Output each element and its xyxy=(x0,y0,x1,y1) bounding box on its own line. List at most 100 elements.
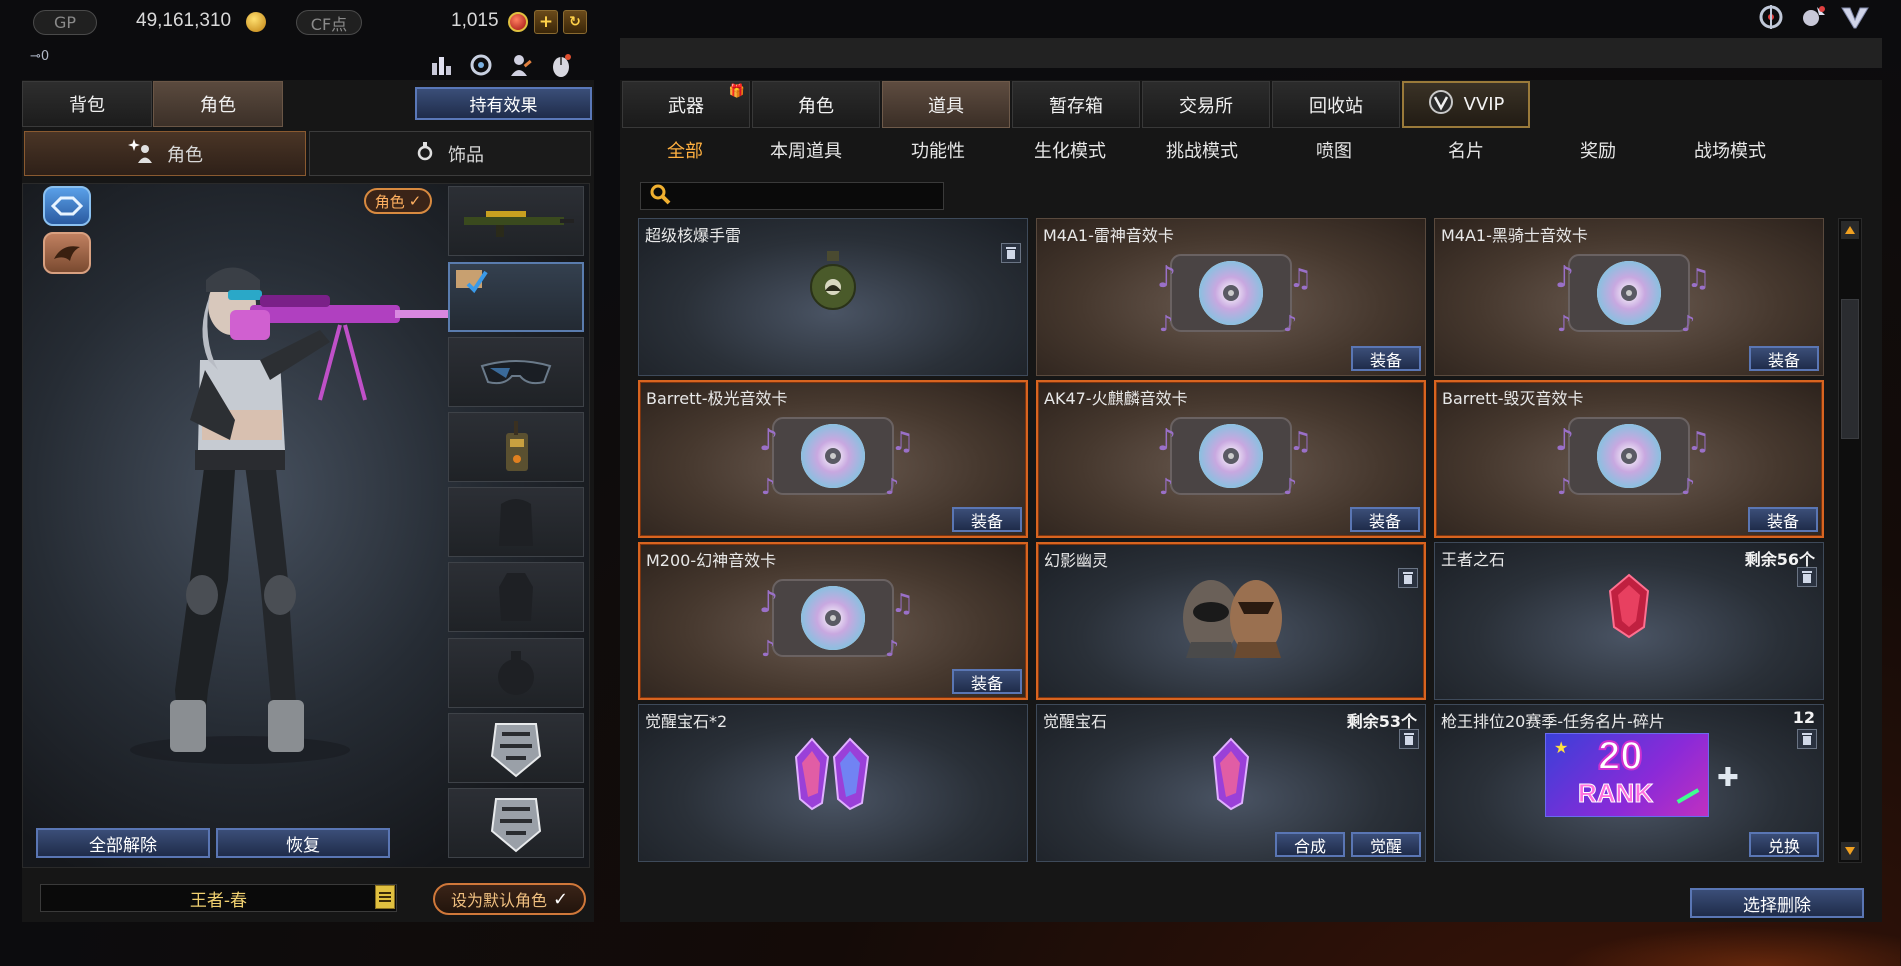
tab-storage[interactable]: 暂存箱 xyxy=(1012,81,1140,128)
crosshair-icon[interactable] xyxy=(1756,2,1786,32)
restore-button[interactable]: 恢复 xyxy=(216,828,390,858)
role-tag: 角色 ✓ xyxy=(364,188,432,214)
owned-effects-button[interactable]: 持有效果 xyxy=(415,87,592,120)
item-card[interactable]: M4A1-黑骑士音效卡 ♪ ♫ ♪ ♪ 装备 xyxy=(1434,218,1824,376)
item-card[interactable]: Barrett-毁灭音效卡 ♪ ♫ ♪ ♪ 装备 xyxy=(1434,380,1824,538)
gem-icon xyxy=(1206,733,1256,817)
vip-icon[interactable] xyxy=(1840,2,1870,32)
slot-emblem-2[interactable] xyxy=(448,788,584,858)
item-card[interactable]: M200-幻神音效卡 ♪ ♫ ♪ ♪ 装备 xyxy=(638,542,1028,700)
rotate-icon[interactable] xyxy=(466,50,496,80)
equip-button[interactable]: 装备 xyxy=(952,507,1022,532)
category-weekly[interactable]: 本周道具 xyxy=(740,130,872,170)
unequip-all-button[interactable]: 全部解除 xyxy=(36,828,210,858)
check-icon: ✓ xyxy=(552,888,569,910)
trash-icon[interactable] xyxy=(1001,243,1021,263)
tools-icon[interactable] xyxy=(1798,2,1828,32)
category-spray[interactable]: 喷图 xyxy=(1268,130,1400,170)
tab-backpack[interactable]: 背包 xyxy=(22,81,152,127)
add-cf-button[interactable]: + xyxy=(534,10,558,34)
grenade-icon xyxy=(803,247,863,321)
character-list-icon[interactable] xyxy=(375,885,395,909)
redeem-button[interactable]: 兑换 xyxy=(1749,832,1819,857)
combine-button[interactable]: 合成 xyxy=(1275,832,1345,857)
character-edit-icon[interactable] xyxy=(506,50,536,80)
scroll-down-arrow-icon[interactable] xyxy=(1841,842,1859,860)
item-card[interactable]: 觉醒宝石 剩余53个 觉醒 合成 xyxy=(1036,704,1426,862)
category-namecard[interactable]: 名片 xyxy=(1400,130,1532,170)
rank-badge-label: RANK xyxy=(1577,778,1654,809)
mode-blue-icon[interactable] xyxy=(43,186,91,226)
item-card[interactable]: AK47-火麒麟音效卡 ♪ ♫ ♪ ♪ 装备 xyxy=(1036,380,1426,538)
trash-icon[interactable] xyxy=(1398,568,1418,588)
slot-emblem-1[interactable] xyxy=(448,713,584,783)
equip-button[interactable]: 装备 xyxy=(952,669,1022,694)
mode-eagle-icon[interactable] xyxy=(43,232,91,274)
item-name: 觉醒宝石 xyxy=(1043,712,1108,731)
refresh-button[interactable]: ↻ xyxy=(563,10,587,34)
scroll-up-arrow-icon[interactable] xyxy=(1841,221,1859,239)
equip-button[interactable]: 装备 xyxy=(1350,507,1420,532)
select-delete-button[interactable]: 选择删除 xyxy=(1690,888,1864,918)
tab-weapons[interactable]: 武器 🎁 xyxy=(622,81,750,128)
trash-icon[interactable] xyxy=(1399,729,1419,749)
item-name: M200-幻神音效卡 xyxy=(646,551,777,570)
svg-text:♪: ♪ xyxy=(761,637,775,662)
cd-icon: ♪ ♫ ♪ ♪ xyxy=(753,410,914,504)
svg-text:♪: ♪ xyxy=(1283,312,1297,337)
scroll-thumb[interactable] xyxy=(1841,299,1859,439)
equip-button[interactable]: 装备 xyxy=(1748,507,1818,532)
tab-character[interactable]: 角色 xyxy=(153,81,283,127)
trash-icon[interactable] xyxy=(1797,567,1817,587)
tab-exchange[interactable]: 交易所 xyxy=(1142,81,1270,128)
item-card[interactable]: 觉醒宝石*2 xyxy=(638,704,1028,862)
svg-text:♪: ♪ xyxy=(1557,312,1571,337)
gp-coin-icon xyxy=(246,12,266,32)
category-battlefield[interactable]: 战场模式 xyxy=(1664,130,1796,170)
cf-coin-icon xyxy=(508,12,528,32)
mouse-icon[interactable] xyxy=(546,50,576,80)
category-all[interactable]: 全部 xyxy=(630,130,740,170)
search-box[interactable] xyxy=(640,182,944,210)
tab-items[interactable]: 道具 xyxy=(882,81,1010,128)
item-card[interactable]: M4A1-雷神音效卡 ♪ ♫ ♪ ♪ 装备 xyxy=(1036,218,1426,376)
item-card[interactable]: 枪王排位20赛季-任务名片-碎片 12 ★ 20 RANK ✚ 兑换 xyxy=(1434,704,1824,862)
set-default-character-button[interactable]: 设为默认角色 ✓ xyxy=(433,883,586,915)
gp-label: GP xyxy=(33,10,97,35)
category-functional[interactable]: 功能性 xyxy=(872,130,1004,170)
slot-secondary-weapon[interactable] xyxy=(448,262,584,332)
cd-icon: ♪ ♫ ♪ ♪ xyxy=(1549,247,1710,341)
slot-goggles[interactable] xyxy=(448,337,584,407)
item-card[interactable]: Barrett-极光音效卡 ♪ ♫ ♪ ♪ 装备 xyxy=(638,380,1028,538)
svg-text:♪: ♪ xyxy=(1283,475,1297,500)
item-card[interactable]: 超级核爆手雷 xyxy=(638,218,1028,376)
awaken-button[interactable]: 觉醒 xyxy=(1351,832,1421,857)
slot-backpack[interactable] xyxy=(448,487,584,557)
trash-icon[interactable] xyxy=(1797,729,1817,749)
tiger-emblem-icon xyxy=(490,723,542,778)
svg-text:♪: ♪ xyxy=(885,637,899,662)
slot-grenade[interactable] xyxy=(448,638,584,708)
tab-vvip[interactable]: VVIP xyxy=(1402,81,1530,128)
slot-radio[interactable] xyxy=(448,412,584,482)
equip-button[interactable]: 装备 xyxy=(1351,346,1421,371)
svg-text:♪: ♪ xyxy=(1681,312,1695,337)
search-input[interactable] xyxy=(677,187,943,205)
announcement-bar xyxy=(620,38,1882,68)
item-card[interactable]: 幻影幽灵 xyxy=(1036,542,1426,700)
equip-button[interactable]: 装备 xyxy=(1749,346,1819,371)
vvip-badge-icon xyxy=(1428,89,1454,120)
item-card[interactable]: 王者之石 剩余56个 xyxy=(1434,542,1824,700)
scrollbar[interactable] xyxy=(1838,218,1862,863)
category-reward[interactable]: 奖励 xyxy=(1532,130,1664,170)
category-zombie[interactable]: 生化模式 xyxy=(1004,130,1136,170)
slot-primary-weapon[interactable] xyxy=(448,186,584,256)
subtab-character[interactable]: 角色 xyxy=(24,131,306,176)
tab-recycle[interactable]: 回收站 xyxy=(1272,81,1400,128)
slot-armor[interactable] xyxy=(448,562,584,632)
item-count: 12 xyxy=(1792,708,1815,727)
subtab-accessory[interactable]: 饰品 xyxy=(309,131,591,176)
ranking-icon[interactable] xyxy=(426,50,456,80)
category-challenge[interactable]: 挑战模式 xyxy=(1136,130,1268,170)
tab-roles[interactable]: 角色 xyxy=(752,81,880,128)
